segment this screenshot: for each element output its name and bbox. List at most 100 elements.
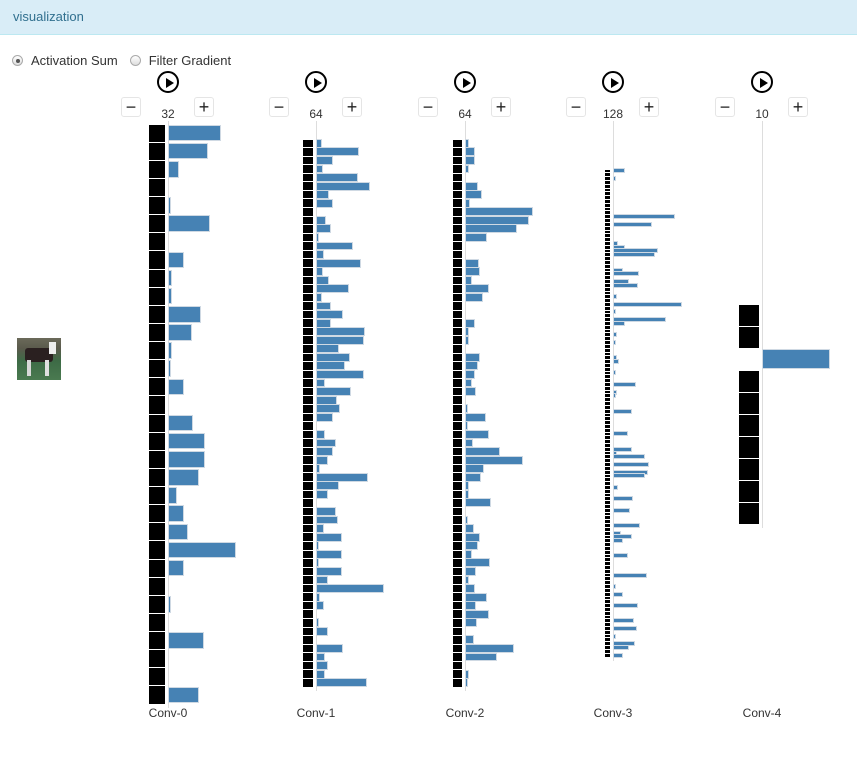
filter-thumbnail[interactable] [149, 160, 165, 178]
activation-bar[interactable] [466, 542, 477, 550]
activation-bar[interactable] [466, 533, 479, 541]
activation-bar[interactable] [466, 473, 480, 481]
filter-thumbnail[interactable] [605, 459, 610, 463]
filter-thumbnail[interactable] [453, 473, 462, 481]
increase-button[interactable]: + [788, 97, 808, 117]
filter-thumbnail[interactable] [605, 451, 610, 455]
activation-bar[interactable] [169, 143, 207, 159]
filter-thumbnail[interactable] [605, 280, 610, 283]
filter-thumbnail[interactable] [453, 276, 462, 285]
increase-button[interactable]: + [639, 97, 659, 117]
activation-bar[interactable] [317, 542, 318, 550]
filter-thumbnail[interactable] [605, 600, 610, 604]
filter-thumbnail[interactable] [605, 630, 610, 634]
filter-thumbnail[interactable] [303, 653, 313, 661]
filter-thumbnail[interactable] [453, 524, 462, 533]
activation-bar[interactable] [317, 156, 332, 164]
filter-thumbnail[interactable] [605, 241, 610, 245]
filter-thumbnail[interactable] [303, 627, 313, 636]
decrease-button[interactable]: − [418, 97, 438, 117]
filter-thumbnail[interactable] [605, 238, 610, 241]
activation-bar[interactable] [466, 234, 486, 241]
activation-bar[interactable] [466, 328, 468, 336]
activation-bar[interactable] [317, 490, 327, 498]
filter-thumbnail[interactable] [149, 233, 165, 251]
filter-thumbnail[interactable] [605, 383, 610, 386]
filter-thumbnail[interactable] [453, 336, 462, 344]
activation-bar[interactable] [317, 405, 339, 413]
filter-thumbnail[interactable] [149, 197, 165, 215]
activation-bar[interactable] [317, 593, 319, 601]
activation-bar[interactable] [614, 535, 631, 539]
filter-thumbnail[interactable] [303, 576, 313, 584]
activation-bar[interactable] [614, 554, 627, 558]
filter-thumbnail[interactable] [605, 550, 610, 554]
filter-thumbnail[interactable] [303, 550, 313, 559]
filter-thumbnail[interactable] [453, 370, 462, 379]
filter-thumbnail[interactable] [303, 524, 313, 533]
filter-thumbnail[interactable] [303, 310, 313, 319]
filter-thumbnail[interactable] [303, 430, 313, 439]
filter-thumbnail[interactable] [303, 670, 313, 678]
activation-bar[interactable] [317, 653, 324, 661]
filter-thumbnail[interactable] [303, 413, 313, 422]
filter-thumbnail[interactable] [453, 422, 462, 430]
filter-thumbnail[interactable] [605, 413, 610, 417]
filter-thumbnail[interactable] [149, 523, 165, 541]
activation-bar[interactable] [614, 249, 657, 253]
filter-thumbnail[interactable] [453, 490, 462, 499]
filter-thumbnail[interactable] [149, 487, 165, 505]
activation-bar[interactable] [317, 328, 364, 336]
activation-bar[interactable] [466, 413, 485, 421]
filter-thumbnail[interactable] [605, 428, 610, 432]
activation-bar[interactable] [317, 293, 321, 301]
activation-bar[interactable] [614, 340, 615, 344]
activation-bar[interactable] [614, 253, 654, 257]
activation-bar[interactable] [466, 653, 496, 661]
activation-bar[interactable] [169, 307, 200, 322]
filter-thumbnail[interactable] [453, 396, 462, 404]
activation-bar[interactable] [614, 642, 634, 646]
play-icon[interactable] [602, 71, 624, 93]
filter-thumbnail[interactable] [303, 139, 313, 148]
filter-thumbnail[interactable] [739, 349, 759, 370]
filter-thumbnail[interactable] [605, 184, 610, 188]
filter-thumbnail[interactable] [453, 678, 462, 687]
activation-bar[interactable] [614, 409, 631, 413]
filter-thumbnail[interactable] [605, 398, 610, 402]
filter-thumbnail[interactable] [739, 370, 759, 392]
activation-bar[interactable] [614, 584, 615, 588]
activation-bar[interactable] [466, 405, 467, 413]
activation-bar[interactable] [614, 531, 620, 535]
filter-thumbnail[interactable] [453, 447, 462, 456]
filter-thumbnail[interactable] [453, 242, 462, 250]
activation-bar[interactable] [614, 394, 615, 398]
filter-thumbnail[interactable] [303, 302, 313, 310]
filter-thumbnail[interactable] [739, 326, 759, 348]
filter-thumbnail[interactable] [605, 337, 610, 341]
filter-thumbnail[interactable] [605, 543, 610, 546]
activation-bar[interactable] [169, 216, 209, 231]
activation-bar[interactable] [466, 636, 473, 644]
activation-bar[interactable] [317, 302, 330, 310]
filter-thumbnail[interactable] [605, 539, 610, 543]
activation-bar[interactable] [614, 508, 629, 512]
activation-bar[interactable] [466, 499, 490, 507]
activation-bar[interactable] [466, 379, 471, 387]
filter-thumbnail[interactable] [303, 327, 313, 336]
activation-bar[interactable] [317, 345, 338, 353]
filter-thumbnail[interactable] [605, 524, 610, 527]
filter-thumbnail[interactable] [303, 482, 313, 490]
filter-thumbnail[interactable] [453, 439, 462, 447]
filter-thumbnail[interactable] [303, 601, 313, 610]
filter-thumbnail[interactable] [303, 507, 313, 516]
filter-thumbnail[interactable] [303, 285, 313, 293]
activation-bar[interactable] [466, 268, 479, 276]
filter-thumbnail[interactable] [149, 432, 165, 450]
activation-bar[interactable] [169, 470, 198, 485]
filter-thumbnail[interactable] [605, 325, 610, 329]
filter-thumbnail[interactable] [605, 607, 610, 611]
decrease-button[interactable]: − [566, 97, 586, 117]
activation-bar[interactable] [466, 525, 473, 532]
filter-thumbnail[interactable] [605, 192, 610, 196]
